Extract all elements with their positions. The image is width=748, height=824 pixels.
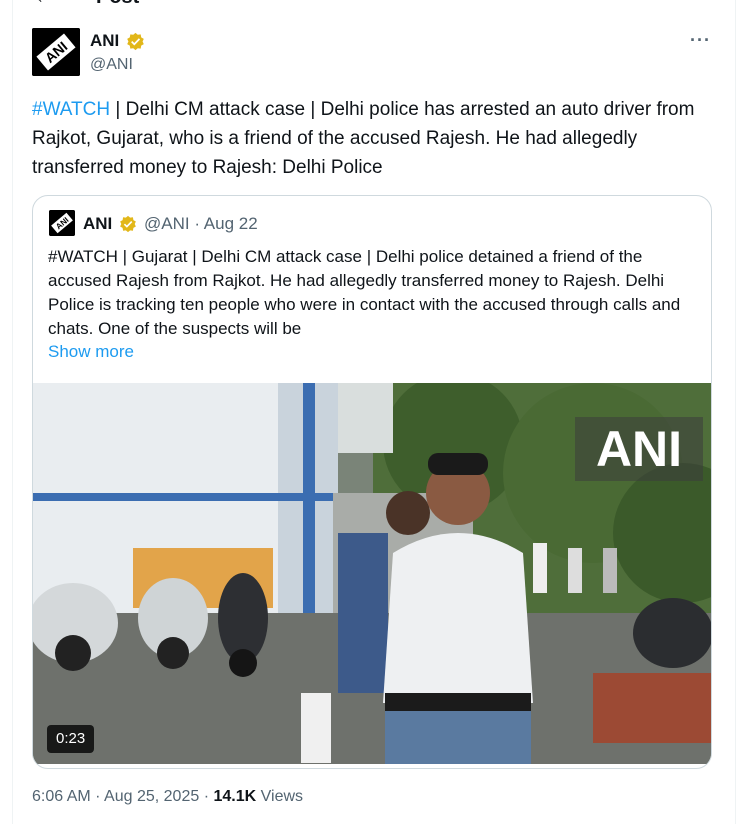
- post-time[interactable]: 6:06 AM: [32, 788, 91, 805]
- show-more-link[interactable]: Show more: [48, 342, 134, 362]
- avatar[interactable]: ANI: [32, 28, 80, 76]
- quoted-post-text: #WATCH | Gujarat | Delhi CM attack case …: [48, 247, 681, 338]
- video-player[interactable]: ANI 0:23: [33, 383, 711, 764]
- post-date[interactable]: Aug 25, 2025: [104, 788, 199, 805]
- page-title: Post: [96, 0, 139, 9]
- back-arrow-icon[interactable]: ←: [34, 0, 54, 7]
- post-text: #WATCH | Delhi CM attack case | Delhi po…: [32, 95, 712, 182]
- quoted-post[interactable]: ANI ANI @ANI · Aug 22 #WATCH | Gujarat |…: [32, 195, 712, 769]
- ani-watermark: ANI: [575, 417, 703, 481]
- more-horizontal-icon[interactable]: ···: [690, 30, 711, 51]
- views-count: 14.1K: [213, 788, 257, 805]
- author-name[interactable]: ANI: [90, 31, 119, 51]
- hashtag-link[interactable]: #WATCH: [32, 99, 110, 120]
- verified-badge-icon: [127, 32, 144, 51]
- post-text-body: | Delhi CM attack case | Delhi police ha…: [32, 99, 695, 178]
- views-label: Views: [260, 788, 304, 805]
- quoted-handle-date[interactable]: @ANI · Aug 22: [144, 214, 258, 234]
- quoted-date: Aug 22: [203, 214, 258, 233]
- quoted-author-handle: @ANI: [144, 214, 190, 233]
- quoted-author-name[interactable]: ANI: [83, 214, 112, 234]
- verified-badge-icon: [120, 215, 136, 233]
- video-duration: 0:23: [47, 725, 95, 753]
- quoted-avatar[interactable]: ANI: [49, 210, 75, 236]
- post-metadata: 6:06 AM · Aug 25, 2025 · 14.1K Views: [32, 788, 304, 805]
- top-bar: ← Post: [12, 0, 736, 10]
- author-handle[interactable]: @ANI: [90, 56, 133, 74]
